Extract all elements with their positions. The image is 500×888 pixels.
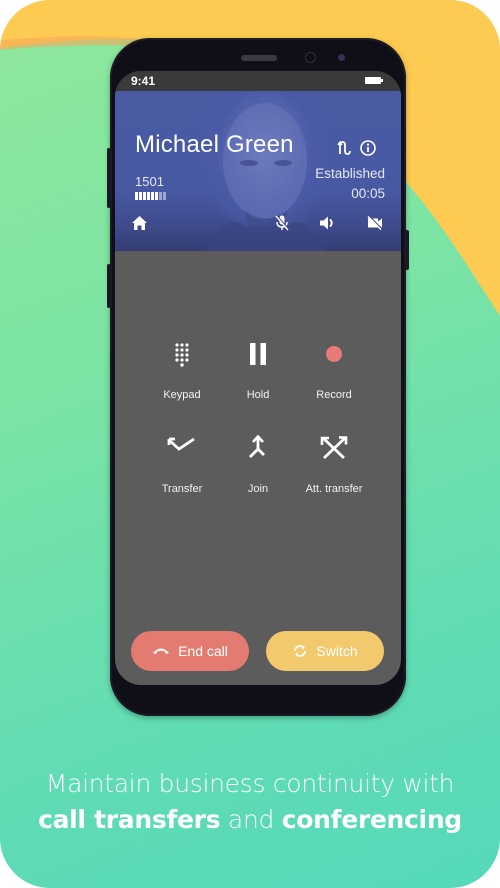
sync-icon (294, 645, 307, 657)
front-camera (305, 52, 316, 63)
merge-icon (249, 435, 265, 458)
switch-button[interactable]: Switch (266, 631, 384, 671)
signal-bar (139, 192, 142, 200)
pause-icon (250, 343, 266, 365)
info-icon[interactable] (360, 140, 376, 156)
promo-caption: Maintain business continuity with call t… (0, 766, 500, 838)
switch-label: Switch (316, 643, 358, 659)
contact-photo (205, 103, 325, 251)
codec-swap-icon[interactable] (337, 141, 351, 155)
call-state: Established (315, 166, 385, 181)
call-header: Michael Green 1501 Established 00:05 (115, 91, 401, 251)
bixby-button (107, 264, 111, 308)
signal-bar (151, 192, 154, 200)
signal-bar (135, 192, 138, 200)
transfer-icon (167, 437, 195, 451)
signal-quality-bars (135, 192, 166, 200)
caption-line-2: call transfers and conferencing (0, 802, 500, 838)
sensor (338, 54, 345, 61)
signal-bar (159, 192, 162, 200)
keypad-icon (175, 343, 189, 367)
end-call-label: End call (178, 643, 228, 659)
action-label: Att. transfer (305, 483, 363, 495)
home-icon[interactable] (132, 216, 147, 230)
status-bar: 9:41 (115, 71, 401, 91)
signal-bar (163, 192, 166, 200)
caption-mid: and (220, 805, 282, 834)
earpiece-speaker (241, 55, 277, 61)
phone-screen: 9:41 Michael Green 1501 Established 00:0… (115, 71, 401, 685)
volume-button (107, 148, 111, 208)
phone-frame: 9:41 Michael Green 1501 Established 00:0… (107, 38, 409, 716)
speaker-icon[interactable] (320, 216, 336, 230)
end-call-button[interactable]: End call (131, 631, 249, 671)
signal-bar (147, 192, 150, 200)
call-duration: 00:05 (351, 186, 385, 201)
caption-line-1: Maintain business continuity with (45, 769, 455, 798)
caption-bold-2: conferencing (281, 805, 463, 834)
signal-bar (143, 192, 146, 200)
record-icon (326, 346, 342, 362)
caption-bold-1: call transfers (38, 805, 221, 834)
attended-transfer-icon (320, 436, 348, 460)
status-time: 9:41 (131, 74, 156, 88)
video-off-icon[interactable] (367, 216, 383, 230)
mic-muted-icon[interactable] (275, 215, 289, 231)
hang-up-icon (153, 648, 170, 654)
power-button (405, 230, 409, 270)
contact-name: Michael Green (135, 131, 294, 158)
signal-bar (155, 192, 158, 200)
battery-icon (365, 77, 383, 84)
promo-card: 9:41 Michael Green 1501 Established 00:0… (0, 0, 500, 888)
action-label: Record (316, 389, 352, 401)
contact-extension: 1501 (135, 174, 164, 189)
